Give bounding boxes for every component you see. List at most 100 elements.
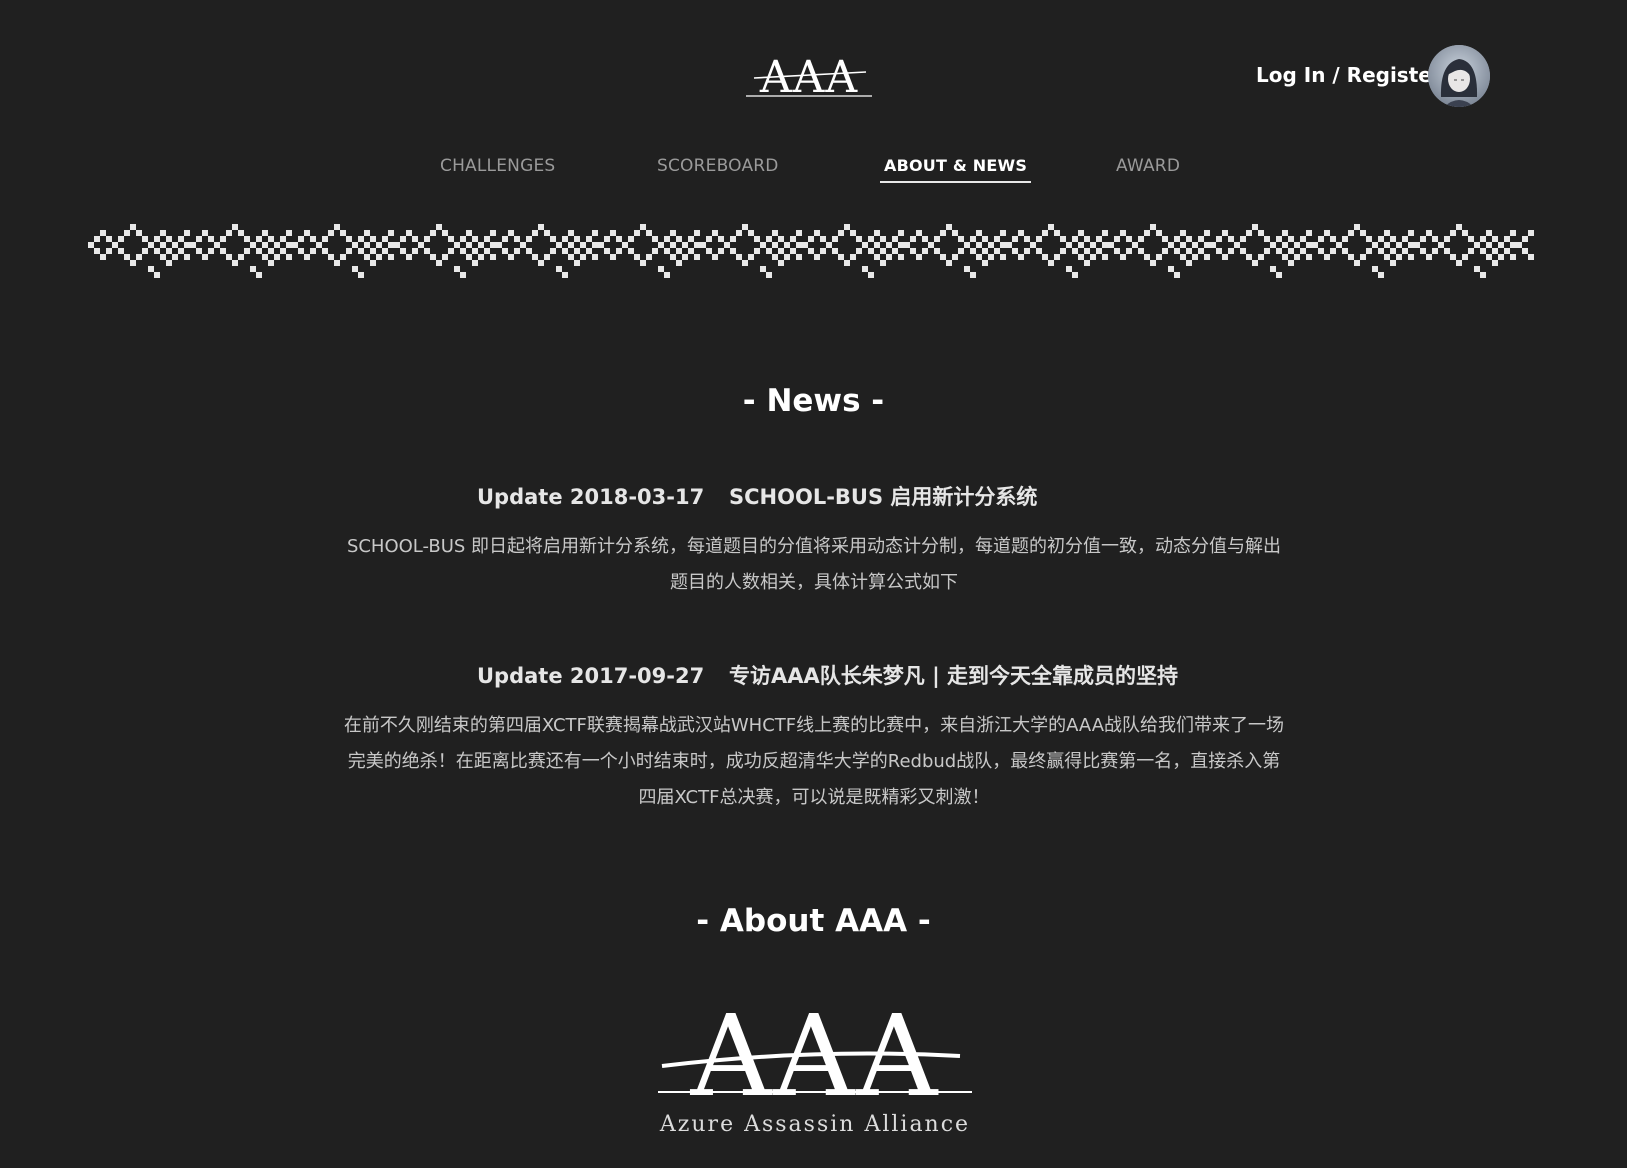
banner-pixel: [970, 272, 976, 278]
banner-pixel: [982, 236, 988, 242]
banner-pixel: [928, 242, 934, 248]
banner-pixel: [94, 248, 100, 254]
banner-pixel: [442, 230, 448, 236]
banner-pixel: [526, 236, 532, 242]
banner-pixel: [1450, 230, 1456, 236]
site-logo[interactable]: AAA: [744, 50, 874, 102]
banner-pixel: [652, 248, 658, 254]
banner-pixel: [682, 254, 688, 260]
banner-pixel: [382, 236, 388, 242]
banner-pixel: [910, 248, 916, 254]
banner-pixel: [190, 242, 196, 248]
banner-pixel: [508, 230, 514, 236]
nav-item-award[interactable]: AWARD: [1116, 156, 1180, 182]
banner-pixel: [1000, 230, 1006, 236]
banner-pixel: [1462, 230, 1468, 236]
banner-pixel: [1096, 248, 1102, 254]
banner-pixel: [1216, 248, 1222, 254]
banner-pixel: [1150, 224, 1156, 230]
banner-pixel: [688, 248, 694, 254]
nav-item-scoreboard[interactable]: SCOREBOARD: [657, 156, 779, 182]
banner-pixel: [628, 248, 634, 254]
banner-pixel: [130, 260, 136, 266]
banner-pixel: [1252, 260, 1258, 266]
banner-pixel: [1510, 242, 1516, 248]
banner-pixel: [358, 248, 364, 254]
banner-pixel: [1456, 260, 1462, 266]
banner-pixel: [826, 242, 832, 248]
page: AAA Log In / Register CHALLENGES SCOREBO…: [0, 0, 1627, 1168]
banner-pixel: [148, 266, 154, 272]
banner-pixel: [1432, 236, 1438, 242]
banner-pixel: [1402, 248, 1408, 254]
banner-pixel: [1036, 248, 1042, 254]
banner-pixel: [268, 260, 274, 266]
banner-pixel: [358, 272, 364, 278]
banner-pixel: [1306, 254, 1312, 260]
news-title-link[interactable]: SCHOOL-BUS 启用新计分系统: [729, 485, 1037, 509]
nav-item-about-news[interactable]: ABOUT & NEWS: [880, 156, 1032, 183]
user-avatar-icon[interactable]: [1428, 45, 1490, 107]
banner-pixel: [1390, 236, 1396, 242]
banner-pixel: [640, 224, 646, 230]
banner-pixel: [1078, 230, 1084, 236]
banner-pixel: [460, 272, 466, 278]
banner-pixel: [850, 254, 856, 260]
banner-pixel: [1300, 248, 1306, 254]
banner-pixel: [1144, 254, 1150, 260]
banner-pixel: [280, 248, 286, 254]
banner-pixel: [448, 236, 454, 242]
banner-pixel: [1390, 260, 1396, 266]
banner-pixel: [670, 242, 676, 248]
banner-pixel: [490, 254, 496, 260]
banner-pixel: [154, 248, 160, 254]
banner-pixel: [1276, 248, 1282, 254]
banner-pixel: [1522, 248, 1528, 254]
banner-pixel: [1012, 248, 1018, 254]
banner-pixel: [736, 230, 742, 236]
banner-pixel: [1336, 242, 1342, 248]
banner-pixel: [1174, 272, 1180, 278]
banner-pixel: [1330, 236, 1336, 242]
banner-pixel: [922, 248, 928, 254]
banner-pixel: [328, 230, 334, 236]
banner-pixel: [1276, 236, 1282, 242]
banner-pixel: [1192, 242, 1198, 248]
banner-pixel: [436, 224, 442, 230]
banner-pixel: [364, 242, 370, 248]
banner-pixel: [1402, 236, 1408, 242]
news-item-header: Update 2018-03-17 SCHOOL-BUS 启用新计分系统: [477, 481, 1037, 511]
banner-pixel: [802, 242, 808, 248]
banner-pixel: [976, 242, 982, 248]
banner-pixel: [1420, 236, 1426, 242]
banner-pixel: [544, 254, 550, 260]
aaa-logo-icon: AAA Azure Assassin Alliance: [658, 992, 972, 1137]
banner-pixel: [676, 260, 682, 266]
about-heading: - About AAA -: [696, 903, 931, 939]
banner-pixel: [742, 260, 748, 266]
banner-pixel: [544, 230, 550, 236]
banner-pixel: [502, 248, 508, 254]
banner-pixel: [1108, 242, 1114, 248]
banner-pixel: [1228, 248, 1234, 254]
banner-pixel: [1036, 236, 1042, 242]
banner-pixel: [1084, 260, 1090, 266]
banner-pixel: [1444, 236, 1450, 242]
banner-pixel: [1360, 230, 1366, 236]
news-title-link[interactable]: 专访AAA队长朱梦凡 | 走到今天全靠成员的坚持: [729, 664, 1178, 688]
banner-pixel: [1348, 254, 1354, 260]
banner-pixel: [184, 242, 190, 248]
banner-pixel: [358, 236, 364, 242]
banner-pixel: [106, 236, 112, 242]
banner-pixel: [232, 224, 238, 230]
banner-pixel: [1120, 254, 1126, 260]
login-register-link[interactable]: Log In / Register: [1256, 63, 1442, 87]
banner-pixel: [1282, 254, 1288, 260]
banner-pixel: [550, 236, 556, 242]
nav-item-challenges[interactable]: CHALLENGES: [440, 156, 555, 182]
banner-pixel: [556, 266, 562, 272]
banner-pixel: [340, 230, 346, 236]
news-body: SCHOOL-BUS 即日起将启用新计分系统，每道题目的分值将采用动态计分制，每…: [346, 536, 1282, 593]
banner-pixel: [832, 248, 838, 254]
banner-pixel: [616, 248, 622, 254]
